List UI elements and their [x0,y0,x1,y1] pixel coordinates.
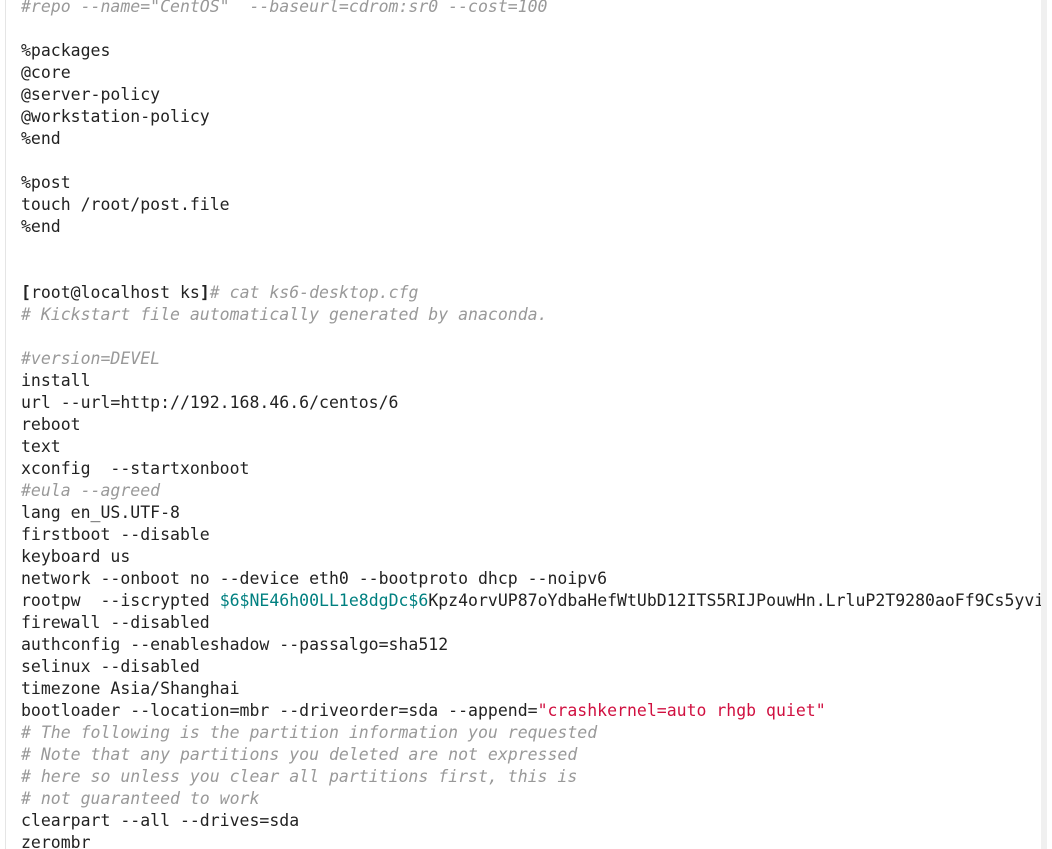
code-text: rootpw --iscrypted [21,591,220,610]
code-line: #version=DEVEL [21,348,1041,370]
code-text: root@localhost ks [30,283,200,302]
code-line: keyboard us [21,546,1041,568]
code-text: lang en_US.UTF-8 [21,503,180,522]
code-line: # here so unless you clear all partition… [21,766,1041,788]
code-line: @server-policy [21,84,1041,106]
code-text: reboot [21,415,81,434]
code-text: clearpart --all --drives=sda [21,811,300,830]
code-line: network --onboot no --device eth0 --boot… [21,568,1041,590]
code-line: timezone Asia/Shanghai [21,678,1041,700]
code-line: text [21,436,1041,458]
code-comment: # cat ks6-desktop.cfg [209,283,419,302]
code-comment: # Note that any partitions you deleted a… [21,745,578,764]
code-line: # Note that any partitions you deleted a… [21,744,1041,766]
code-block[interactable]: #repo --name="CentOS" --baseurl=cdrom:sr… [5,0,1047,849]
code-string: "crashkernel=auto rhgb quiet" [537,701,826,720]
code-line: touch /root/post.file [21,194,1041,216]
code-line: firstboot --disable [21,524,1041,546]
code-text: selinux --disabled [21,657,200,676]
code-line: xconfig --startxonboot [21,458,1041,480]
code-line: authconfig --enableshadow --passalgo=sha… [21,634,1041,656]
code-line: # The following is the partition informa… [21,722,1041,744]
code-comment: #repo --name="CentOS" --baseurl=cdrom:sr… [21,0,548,16]
code-comment: # here so unless you clear all partition… [21,767,578,786]
code-line: url --url=http://192.168.46.6/centos/6 [21,392,1041,414]
code-text: @server-policy [21,85,161,104]
code-line: %end [21,216,1041,238]
code-text: authconfig --enableshadow --passalgo=sha… [21,635,449,654]
code-line: clearpart --all --drives=sda [21,810,1041,832]
code-text: timezone Asia/Shanghai [21,679,240,698]
code-line: # not guaranteed to work [21,788,1041,810]
code-comment: # The following is the partition informa… [21,723,598,742]
code-lines: #repo --name="CentOS" --baseurl=cdrom:sr… [21,0,1045,849]
code-line: bootloader --location=mbr --driveorder=s… [21,700,1041,722]
code-text: %end [21,217,61,236]
code-text: zerombr [21,833,91,849]
code-text: text [21,437,61,456]
code-line: install [21,370,1041,392]
code-line: #repo --name="CentOS" --baseurl=cdrom:sr… [21,0,1041,18]
code-text: %packages [21,41,111,60]
code-text: xconfig --startxonboot [21,459,250,478]
code-comment: # not guaranteed to work [21,789,260,808]
code-line: # Kickstart file automatically generated… [21,304,1041,326]
code-line: rootpw --iscrypted $6$NE46h00LL1e8dgDc$6… [21,590,1045,612]
code-line: %post [21,172,1041,194]
code-text: install [21,371,91,390]
code-line: #eula --agreed [21,480,1041,502]
code-line: reboot [21,414,1041,436]
code-comment: #eula --agreed [21,481,161,500]
code-comment: #version=DEVEL [21,349,161,368]
code-line: @core [21,62,1041,84]
code-line: %end [21,128,1041,150]
code-text: touch /root/post.file [21,195,230,214]
code-text: keyboard us [21,547,131,566]
code-text: [ [21,283,31,302]
code-line: [root@localhost ks]# cat ks6-desktop.cfg [21,282,1041,304]
code-text: bootloader --location=mbr --driveorder=s… [21,701,538,720]
code-text: @core [21,63,71,82]
code-text: firewall --disabled [21,613,210,632]
code-text: %post [21,173,71,192]
code-text: ] [199,283,210,302]
code-line: zerombr [21,832,1041,849]
code-line: firewall --disabled [21,612,1041,634]
code-text: Kpz4orvUP87oYdbaHefWtUbD12ITS5RIJPouwHn.… [428,591,1045,610]
code-comment: # Kickstart file automatically generated… [21,305,548,324]
code-text: network --onboot no --device eth0 --boot… [21,569,608,588]
code-line: @workstation-policy [21,106,1041,128]
code-text: @workstation-policy [21,107,210,126]
code-line: %packages [21,40,1041,62]
code-text: firstboot --disable [21,525,210,544]
code-variable: $6$NE46h00LL1e8dgDc$6 [219,591,429,610]
code-line: lang en_US.UTF-8 [21,502,1041,524]
code-text: %end [21,129,61,148]
code-text: url --url=http://192.168.46.6/centos/6 [21,393,399,412]
code-line: selinux --disabled [21,656,1041,678]
